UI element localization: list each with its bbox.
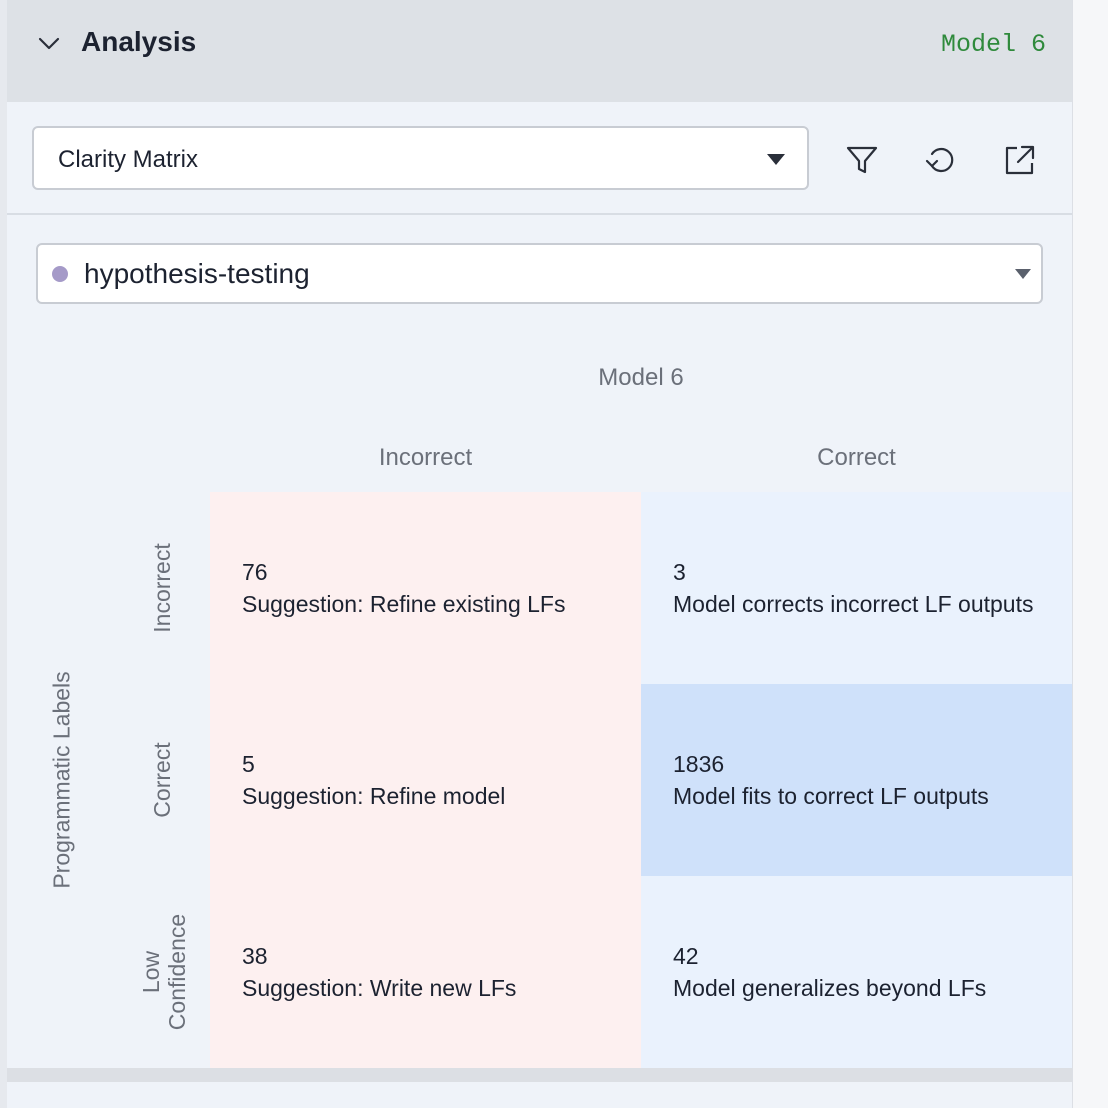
panel-divider: [7, 1068, 1072, 1082]
chevron-down-icon[interactable]: [35, 30, 63, 58]
matrix-cell-correct-incorrect[interactable]: 5 Suggestion: Refine model: [210, 684, 641, 876]
model-label: Model 6: [940, 30, 1046, 59]
matrix-row-title: Programmatic Labels: [48, 671, 75, 889]
cell-count: 38: [242, 943, 268, 969]
label-color-dot: [52, 266, 68, 282]
toolbar: Clarity Matrix: [7, 102, 1072, 215]
cell-text: Suggestion: Write new LFs: [242, 975, 517, 1001]
cell-text: Suggestion: Refine model: [242, 783, 506, 809]
matrix-cell-low-confidence-correct[interactable]: 42 Model generalizes beyond LFs: [641, 876, 1072, 1068]
row-header-correct: Correct: [149, 742, 175, 818]
cell-count: 3: [673, 559, 686, 585]
matrix-cell-incorrect-correct[interactable]: 3 Model corrects incorrect LF outputs: [641, 492, 1072, 684]
cell-count: 5: [242, 751, 255, 777]
row-header-incorrect: Incorrect: [149, 543, 175, 633]
reset-icon[interactable]: [921, 140, 961, 180]
cell-text: Suggestion: Refine existing LFs: [242, 591, 566, 617]
cell-count: 42: [673, 943, 699, 969]
row-header-low-confidence: Low Confidence: [138, 913, 190, 1031]
filter-icon[interactable]: [842, 140, 882, 180]
cell-count: 1836: [673, 751, 725, 777]
matrix-cell-correct-correct[interactable]: 1836 Model fits to correct LF outputs: [641, 684, 1072, 876]
caret-down-icon: [767, 154, 785, 165]
view-select-value: Clarity Matrix: [58, 146, 199, 173]
cell-text: Model fits to correct LF outputs: [673, 783, 989, 809]
column-header-incorrect: Incorrect: [378, 444, 473, 471]
cell-text: Model corrects incorrect LF outputs: [673, 591, 1034, 617]
panel-title: Analysis: [81, 26, 197, 57]
external-link-icon[interactable]: [1000, 140, 1040, 180]
cell-text: Model generalizes beyond LFs: [673, 975, 987, 1001]
caret-down-icon: [1015, 269, 1031, 279]
view-select[interactable]: Clarity Matrix: [32, 126, 809, 190]
matrix-cell-low-confidence-incorrect[interactable]: 38 Suggestion: Write new LFs: [210, 876, 641, 1068]
left-edge: [0, 0, 7, 1108]
label-select[interactable]: hypothesis-testing: [36, 243, 1043, 304]
label-select-value: hypothesis-testing: [84, 258, 310, 289]
panel-header[interactable]: Analysis Model 6: [7, 0, 1072, 102]
matrix-cell-incorrect-incorrect[interactable]: 76 Suggestion: Refine existing LFs: [210, 492, 641, 684]
cell-count: 76: [242, 559, 268, 585]
scrollbar-gutter[interactable]: [1072, 0, 1108, 1108]
matrix-column-title: Model 6: [598, 364, 684, 391]
analysis-panel: Analysis Model 6 Clarity Matrix hypothes…: [7, 0, 1072, 1108]
column-header-correct: Correct: [817, 444, 896, 471]
